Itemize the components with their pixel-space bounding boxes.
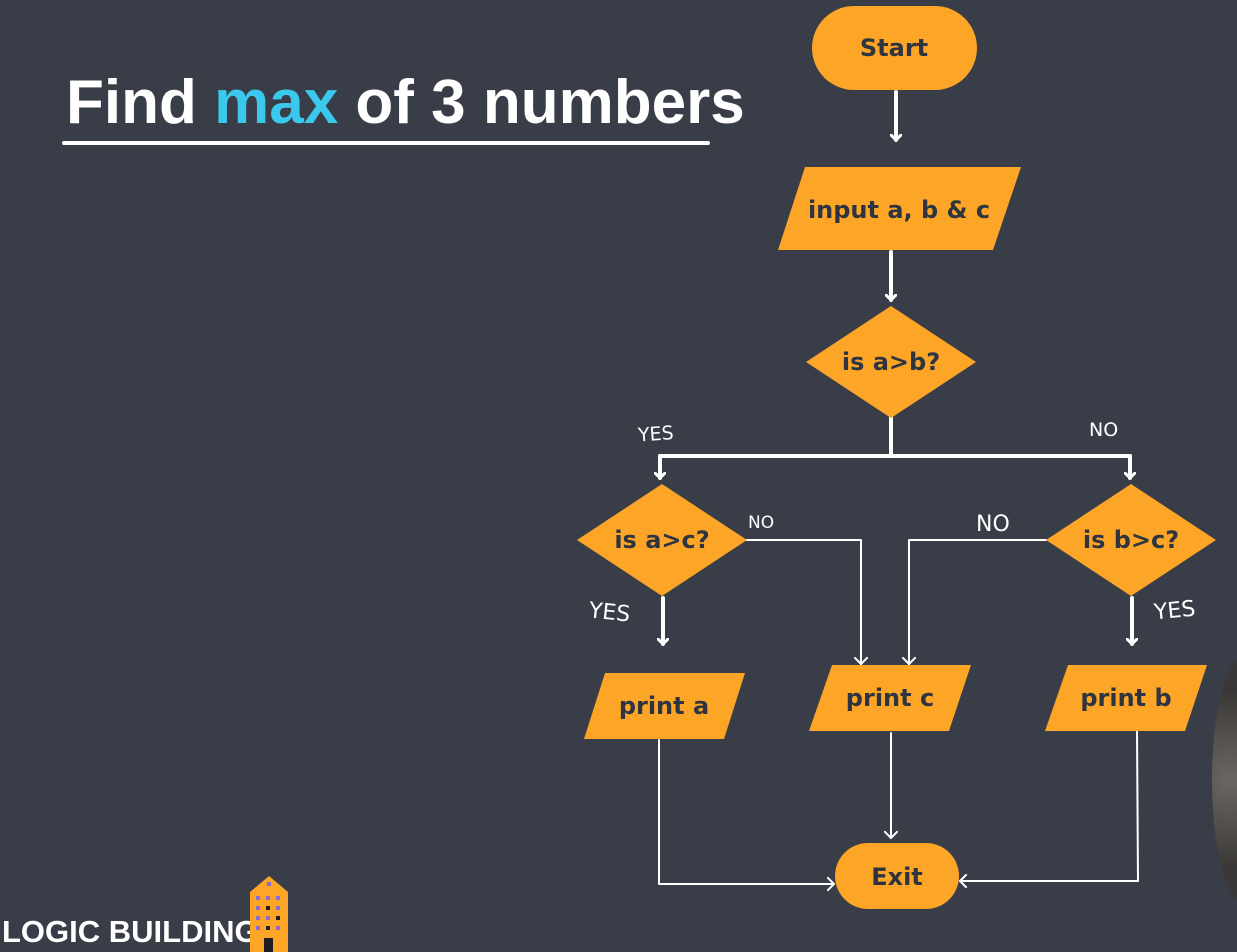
cond-ab-label: is a>b? xyxy=(842,348,940,376)
exit-label: Exit xyxy=(871,863,923,891)
node-exit: Exit xyxy=(835,843,959,909)
label-bc-no: NO xyxy=(976,512,1010,537)
node-print-a: print a xyxy=(584,673,745,739)
edge-print-b-exit xyxy=(959,730,1139,881)
edge-ac-no xyxy=(745,539,861,665)
label-bc-yes: YES xyxy=(1152,596,1197,625)
cond-ac-label: is a>c? xyxy=(614,526,709,554)
node-input: input a, b & c xyxy=(778,167,1021,250)
building-logo-icon xyxy=(250,876,288,952)
node-print-c: print c xyxy=(809,665,971,731)
flowchart: YES NO NO YES NO YES Start input a, b & … xyxy=(577,6,1216,909)
brand-name: LOGIC BUILDING xyxy=(2,914,259,949)
node-print-b: print b xyxy=(1045,665,1207,731)
node-cond-ac: is a>c? xyxy=(577,484,747,596)
label-ab-yes: YES xyxy=(636,422,674,447)
node-cond-ab: is a>b? xyxy=(806,306,976,418)
print-b-label: print b xyxy=(1080,684,1171,712)
label-ac-yes: YES xyxy=(587,598,632,627)
label-ab-no: NO xyxy=(1089,419,1118,441)
input-label: input a, b & c xyxy=(808,196,990,224)
print-c-label: print c xyxy=(846,684,934,712)
cond-bc-label: is b>c? xyxy=(1083,526,1179,554)
edge-print-a-exit xyxy=(658,739,835,884)
print-a-label: print a xyxy=(619,692,709,720)
node-cond-bc: is b>c? xyxy=(1046,484,1216,596)
node-start: Start xyxy=(812,6,977,90)
edge-bc-no xyxy=(909,539,1047,665)
label-ac-no: NO xyxy=(748,513,774,533)
start-label: Start xyxy=(860,34,928,62)
